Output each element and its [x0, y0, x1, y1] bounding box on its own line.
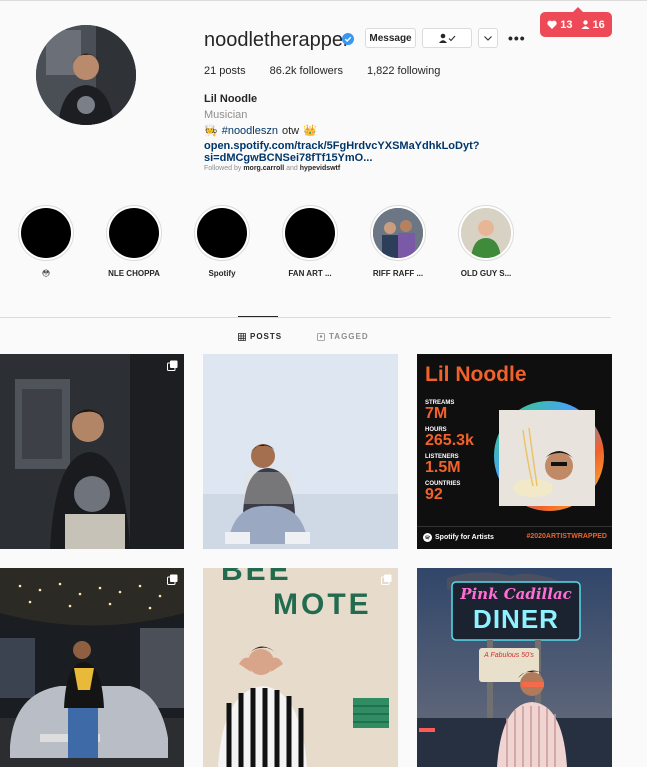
chef-emoji: 🧑‍🍳	[204, 125, 218, 137]
highlight-item[interactable]: FAN ART ...	[270, 205, 350, 278]
followed-by: Followed by morg.carroll and hypevidswtf	[204, 165, 341, 172]
top-border	[0, 0, 647, 1]
profile-stats: 21 posts 86.2k followers 1,822 following	[204, 65, 464, 77]
grid-icon	[238, 332, 246, 341]
highlight-label: FAN ART ...	[288, 269, 332, 278]
tab-posts[interactable]: POSTS	[238, 332, 282, 341]
bio-text: otw	[281, 124, 300, 137]
wrapped-title: Lil Noodle	[425, 363, 527, 386]
message-button[interactable]: Message	[365, 28, 416, 48]
posts-count: 21 posts	[204, 65, 246, 77]
heart-icon	[547, 20, 557, 29]
multiple-posts-icon	[167, 360, 178, 371]
highlight-label: NLE CHOPPA	[108, 269, 160, 278]
highlight-label: 😳	[41, 269, 51, 278]
highlight-item[interactable]: NLE CHOPPA	[94, 205, 174, 278]
bio-hashtag-link[interactable]: #noodleszn	[222, 125, 278, 137]
wrapped-artist-photo	[494, 401, 604, 511]
followed-by-user-1[interactable]: morg.carroll	[243, 165, 284, 172]
post-thumbnail-motel[interactable]: BEE MOTE	[203, 568, 398, 767]
wrapped-hashtag: #2020ARTISTWRAPPED	[526, 533, 607, 540]
diner-sub-sign: A Fabulous 50's	[484, 652, 534, 659]
suggested-accounts-button[interactable]	[478, 28, 498, 48]
bio-external-link[interactable]: open.spotify.com/track/5FgHrdvcYXSMaYdhk…	[204, 140, 647, 164]
highlight-item[interactable]: OLD GUY S...	[446, 205, 526, 278]
activity-notification-bubble[interactable]: 13 16	[540, 7, 612, 37]
post-thumbnail[interactable]	[0, 568, 184, 767]
multiple-posts-icon	[167, 574, 178, 585]
profile-bio: 🧑‍🍳 #noodleszn otw 👑	[204, 124, 317, 138]
followers-count: 16	[592, 18, 605, 31]
tag-icon	[317, 332, 325, 341]
highlight-item[interactable]: Spotify	[182, 205, 262, 278]
tabs-divider	[0, 317, 611, 318]
highlight-label: Spotify	[208, 269, 236, 278]
highlight-item[interactable]: 😳	[6, 205, 86, 278]
diner-sign-text: DINER	[473, 604, 559, 634]
person-check-icon	[439, 33, 456, 43]
person-icon	[581, 20, 589, 29]
chevron-down-icon	[484, 35, 492, 41]
tab-tagged[interactable]: TAGGED	[317, 332, 369, 341]
followed-by-user-2[interactable]: hypevidswtf	[300, 165, 340, 172]
profile-full-name: Lil Noodle	[204, 93, 258, 105]
wrapped-stats: STREAMS 7M HOURS 265.3k LISTENERS 1.5M C…	[425, 400, 474, 503]
spotify-brand: Spotify for Artists	[423, 533, 494, 542]
following-button[interactable]	[422, 28, 472, 48]
spotify-icon	[423, 533, 432, 542]
post-thumbnail-spotify-wrapped[interactable]: Lil Noodle STREAMS 7M HOURS 265.3k LISTE…	[417, 354, 612, 549]
active-tab-indicator	[238, 316, 278, 317]
following-link[interactable]: 1,822 following	[367, 65, 440, 77]
profile-avatar[interactable]	[36, 25, 136, 125]
likes-count: 13	[560, 18, 573, 31]
more-options-button[interactable]: •••	[508, 30, 526, 46]
post-thumbnail[interactable]	[203, 354, 398, 549]
highlight-item[interactable]: RIFF RAFF ...	[358, 205, 438, 278]
profile-category: Musician	[204, 109, 248, 121]
post-thumbnail-diner[interactable]: Pink Cadillac DINER A Fabulous 50's	[417, 568, 612, 767]
highlight-label: OLD GUY S...	[460, 269, 512, 278]
highlight-label: RIFF RAFF ...	[372, 269, 424, 278]
profile-username: noodletherapper	[204, 29, 350, 51]
followers-link[interactable]: 86.2k followers	[270, 65, 343, 77]
crown-emoji: 👑	[303, 125, 317, 137]
multiple-posts-icon	[381, 574, 392, 585]
verified-badge-icon	[342, 33, 354, 45]
motel-sign-top: BEE	[221, 568, 292, 587]
diner-sign-top: Pink Cadillac	[460, 585, 572, 603]
post-thumbnail[interactable]	[0, 354, 184, 549]
motel-sign-text: MOTE	[273, 588, 372, 621]
